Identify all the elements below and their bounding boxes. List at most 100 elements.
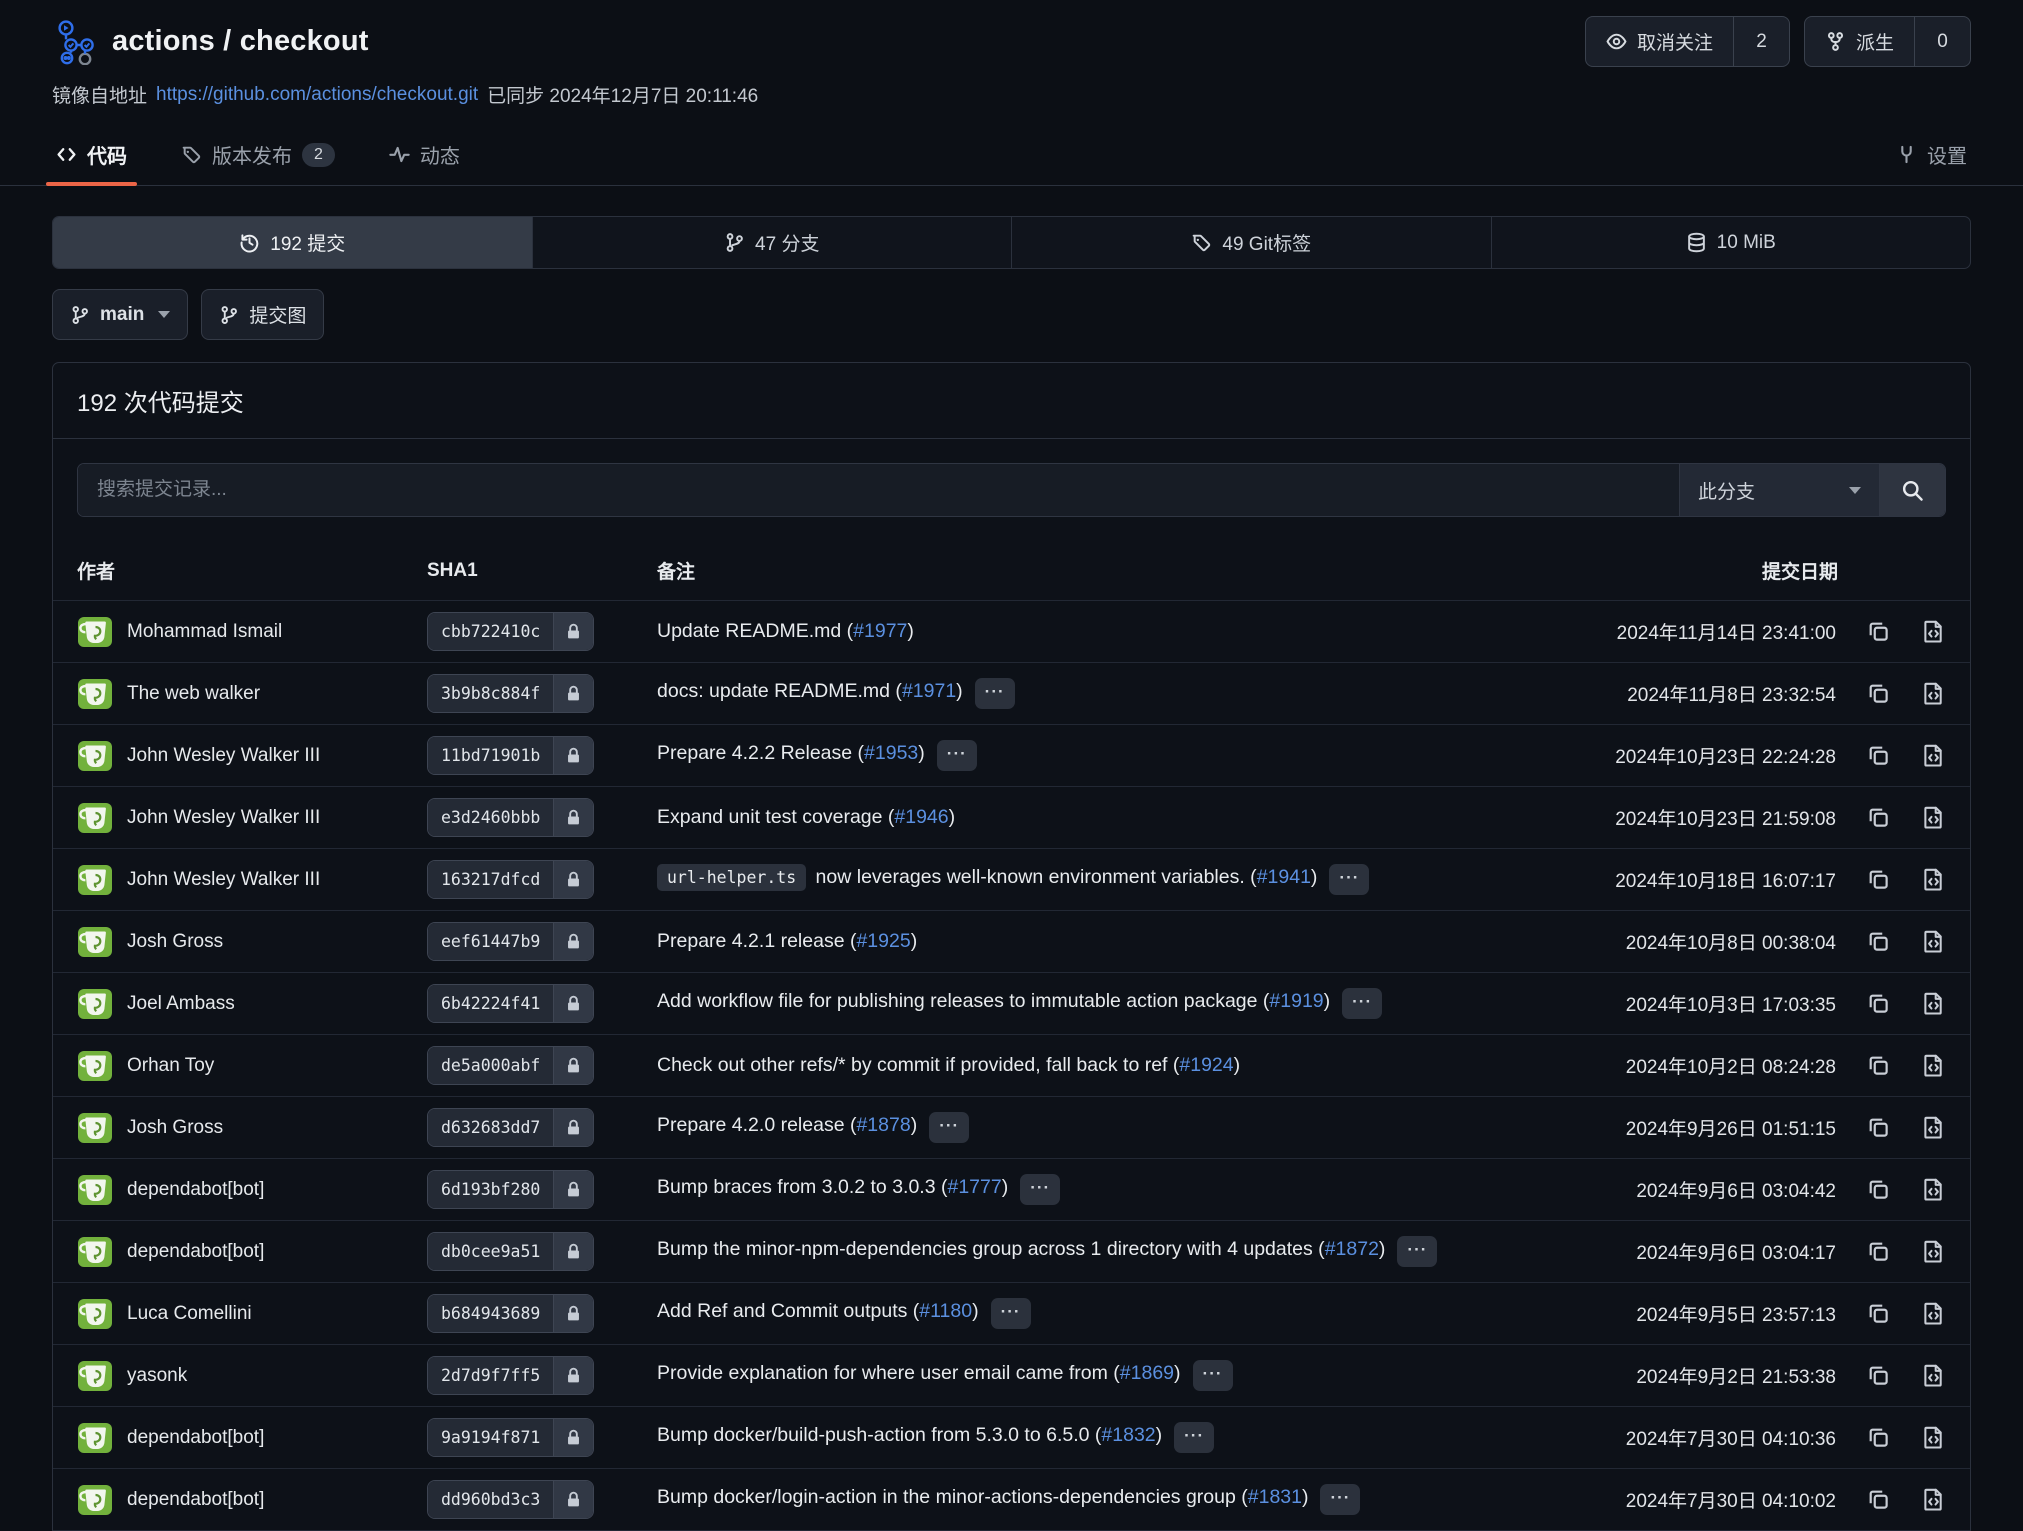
- copy-sha-button[interactable]: [1866, 619, 1891, 644]
- copy-sha-button[interactable]: [1866, 1239, 1891, 1264]
- expand-message-button[interactable]: ···: [937, 740, 977, 771]
- commit-graph-button[interactable]: 提交图: [201, 289, 324, 340]
- pr-link[interactable]: #1977: [853, 620, 907, 642]
- copy-sha-button[interactable]: [1866, 1177, 1891, 1202]
- mirror-url-link[interactable]: https://github.com/actions/checkout.git: [156, 84, 478, 106]
- search-input[interactable]: [78, 464, 1679, 516]
- browse-source-button[interactable]: [1921, 991, 1946, 1016]
- commit-author-cell[interactable]: Josh Gross: [77, 1110, 427, 1146]
- pr-link[interactable]: #1924: [1179, 1054, 1233, 1076]
- commit-sha-badge[interactable]: 11bd71901b: [427, 736, 594, 775]
- browse-source-button[interactable]: [1921, 1487, 1946, 1512]
- browse-source-button[interactable]: [1921, 1425, 1946, 1450]
- browse-source-button[interactable]: [1921, 1115, 1946, 1140]
- tab-releases[interactable]: 版本发布 2: [177, 130, 339, 185]
- browse-source-button[interactable]: [1921, 681, 1946, 706]
- copy-sha-button[interactable]: [1866, 1487, 1891, 1512]
- expand-message-button[interactable]: ···: [1329, 864, 1369, 895]
- commit-author-cell[interactable]: John Wesley Walker III: [77, 738, 427, 774]
- stat-tags[interactable]: 49 Git标签: [1011, 217, 1491, 268]
- commit-author-cell[interactable]: Mohammad Ismail: [77, 614, 427, 650]
- browse-source-button[interactable]: [1921, 867, 1946, 892]
- commit-sha-badge[interactable]: cbb722410c: [427, 612, 594, 651]
- browse-source-button[interactable]: [1921, 929, 1946, 954]
- expand-message-button[interactable]: ···: [1342, 988, 1382, 1019]
- copy-sha-button[interactable]: [1866, 1053, 1891, 1078]
- commit-author-cell[interactable]: Orhan Toy: [77, 1048, 427, 1084]
- stat-commits[interactable]: 192 提交: [53, 217, 532, 268]
- commit-author-cell[interactable]: dependabot[bot]: [77, 1172, 427, 1208]
- copy-sha-button[interactable]: [1866, 1425, 1891, 1450]
- pr-link[interactable]: #1919: [1269, 990, 1323, 1012]
- pr-link[interactable]: #1777: [947, 1176, 1001, 1198]
- tab-settings[interactable]: 设置: [1892, 130, 1971, 185]
- tab-activity[interactable]: 动态: [385, 130, 464, 185]
- commit-sha-badge[interactable]: eef61447b9: [427, 922, 594, 961]
- browse-source-button[interactable]: [1921, 743, 1946, 768]
- expand-message-button[interactable]: ···: [991, 1298, 1031, 1329]
- pr-link[interactable]: #1832: [1101, 1424, 1155, 1446]
- commit-author-cell[interactable]: dependabot[bot]: [77, 1234, 427, 1270]
- commit-author-cell[interactable]: Joel Ambass: [77, 986, 427, 1022]
- copy-sha-button[interactable]: [1866, 867, 1891, 892]
- copy-sha-button[interactable]: [1866, 1363, 1891, 1388]
- browse-source-button[interactable]: [1921, 1363, 1946, 1388]
- expand-message-button[interactable]: ···: [975, 678, 1015, 709]
- copy-sha-button[interactable]: [1866, 805, 1891, 830]
- commit-sha-badge[interactable]: 6d193bf280: [427, 1170, 594, 1209]
- stat-size[interactable]: 10 MiB: [1491, 217, 1971, 268]
- commit-author-cell[interactable]: yasonk: [77, 1358, 427, 1394]
- copy-sha-button[interactable]: [1866, 991, 1891, 1016]
- commit-author-cell[interactable]: The web walker: [77, 676, 427, 712]
- commit-sha-badge[interactable]: 9a9194f871: [427, 1418, 594, 1457]
- commit-sha-badge[interactable]: 3b9b8c884f: [427, 674, 594, 713]
- commit-sha-badge[interactable]: b684943689: [427, 1294, 594, 1333]
- forks-count[interactable]: 0: [1914, 17, 1970, 66]
- expand-message-button[interactable]: ···: [1174, 1422, 1214, 1453]
- commit-sha-badge[interactable]: de5a000abf: [427, 1046, 594, 1085]
- pr-link[interactable]: #1878: [856, 1114, 910, 1136]
- browse-source-button[interactable]: [1921, 1239, 1946, 1264]
- pr-link[interactable]: #1971: [902, 680, 956, 702]
- pr-link[interactable]: #1946: [894, 806, 948, 828]
- pr-link[interactable]: #1953: [864, 742, 918, 764]
- expand-message-button[interactable]: ···: [929, 1112, 969, 1143]
- watchers-count[interactable]: 2: [1733, 17, 1789, 66]
- commit-author-cell[interactable]: dependabot[bot]: [77, 1420, 427, 1456]
- commit-sha-badge[interactable]: 163217dfcd: [427, 860, 594, 899]
- expand-message-button[interactable]: ···: [1320, 1484, 1360, 1515]
- tab-code[interactable]: 代码: [52, 130, 131, 185]
- copy-sha-button[interactable]: [1866, 743, 1891, 768]
- branch-selector[interactable]: main: [52, 289, 188, 340]
- fork-button[interactable]: 派生 0: [1804, 16, 1971, 67]
- browse-source-button[interactable]: [1921, 1301, 1946, 1326]
- branch-filter-dropdown[interactable]: 此分支: [1679, 464, 1879, 516]
- pr-link[interactable]: #1872: [1325, 1238, 1379, 1260]
- pr-link[interactable]: #1180: [919, 1300, 972, 1322]
- copy-sha-button[interactable]: [1866, 1115, 1891, 1140]
- copy-sha-button[interactable]: [1866, 1301, 1891, 1326]
- expand-message-button[interactable]: ···: [1020, 1174, 1060, 1205]
- commit-sha-badge[interactable]: 6b42224f41: [427, 984, 594, 1023]
- commit-author-cell[interactable]: John Wesley Walker III: [77, 800, 427, 836]
- commit-author-cell[interactable]: Luca Comellini: [77, 1296, 427, 1332]
- commit-author-cell[interactable]: John Wesley Walker III: [77, 862, 427, 898]
- commit-author-cell[interactable]: dependabot[bot]: [77, 1482, 427, 1518]
- browse-source-button[interactable]: [1921, 619, 1946, 644]
- pr-link[interactable]: #1831: [1248, 1486, 1302, 1508]
- unwatch-button[interactable]: 取消关注 2: [1585, 16, 1790, 67]
- browse-source-button[interactable]: [1921, 805, 1946, 830]
- commit-sha-badge[interactable]: d632683dd7: [427, 1108, 594, 1147]
- expand-message-button[interactable]: ···: [1193, 1360, 1233, 1391]
- commit-sha-badge[interactable]: e3d2460bbb: [427, 798, 594, 837]
- pr-link[interactable]: #1941: [1257, 866, 1311, 888]
- stat-branches[interactable]: 47 分支: [532, 217, 1012, 268]
- copy-sha-button[interactable]: [1866, 681, 1891, 706]
- commit-author-cell[interactable]: Josh Gross: [77, 924, 427, 960]
- commit-sha-badge[interactable]: db0cee9a51: [427, 1232, 594, 1271]
- browse-source-button[interactable]: [1921, 1053, 1946, 1078]
- search-button[interactable]: [1879, 464, 1945, 516]
- pr-link[interactable]: #1925: [856, 930, 910, 952]
- commit-sha-badge[interactable]: 2d7d9f7ff5: [427, 1356, 594, 1395]
- commit-sha-badge[interactable]: dd960bd3c3: [427, 1480, 594, 1519]
